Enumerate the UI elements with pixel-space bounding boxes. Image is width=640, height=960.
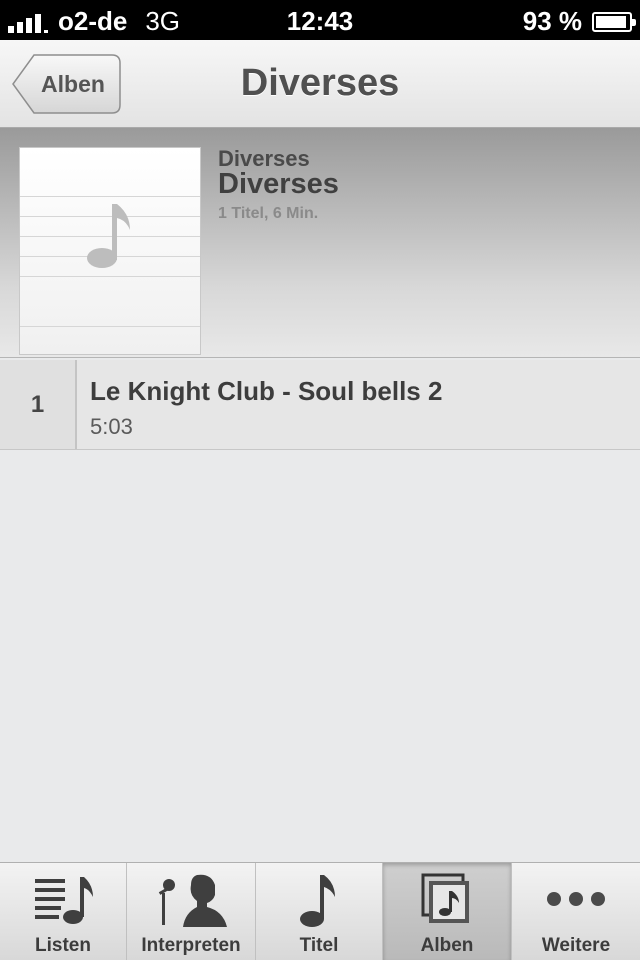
page-title: Diverses xyxy=(240,62,400,104)
track-number: 1 xyxy=(0,360,77,449)
playlist-icon xyxy=(35,877,93,924)
tab-listen[interactable]: Listen xyxy=(0,863,127,960)
track-row[interactable]: 1 Le Knight Club - Soul bells 2 5:03 xyxy=(0,360,640,450)
status-bar: o2-de 3G 12:43 93 % xyxy=(0,0,640,40)
more-icon xyxy=(547,892,605,906)
album-icon xyxy=(421,873,469,923)
tab-alben-label: Alben xyxy=(420,935,474,956)
track-duration: 5:03 xyxy=(90,414,133,439)
navigation-bar: Alben Diverses xyxy=(0,40,640,128)
album-artwork xyxy=(20,148,200,354)
tab-alben[interactable]: Alben xyxy=(383,863,512,960)
battery-icon xyxy=(592,11,636,32)
tab-listen-label: Listen xyxy=(35,935,91,956)
album-header xyxy=(0,128,640,358)
album-title: Diverses xyxy=(218,168,339,200)
status-bar-right: 93 % xyxy=(522,6,636,37)
battery-percent-label: 93 % xyxy=(522,6,582,36)
track-title: Le Knight Club - Soul bells 2 xyxy=(90,376,443,406)
tab-weitere-label: Weitere xyxy=(541,935,611,956)
tab-titel[interactable]: Titel xyxy=(256,863,383,960)
tab-interpreten[interactable]: Interpreten xyxy=(127,863,256,960)
tab-interpreten-label: Interpreten xyxy=(141,935,241,956)
album-info: 1 Titel, 6 Min. xyxy=(218,205,319,222)
tab-weitere[interactable]: Weitere xyxy=(512,863,640,960)
tab-titel-label: Titel xyxy=(299,935,339,956)
tab-bar: Listen Interpreten Titel Alben Weitere xyxy=(0,862,640,960)
music-note-icon xyxy=(87,204,130,268)
music-note-icon xyxy=(300,875,335,927)
artist-icon xyxy=(158,874,227,927)
battery-fill xyxy=(596,15,626,28)
